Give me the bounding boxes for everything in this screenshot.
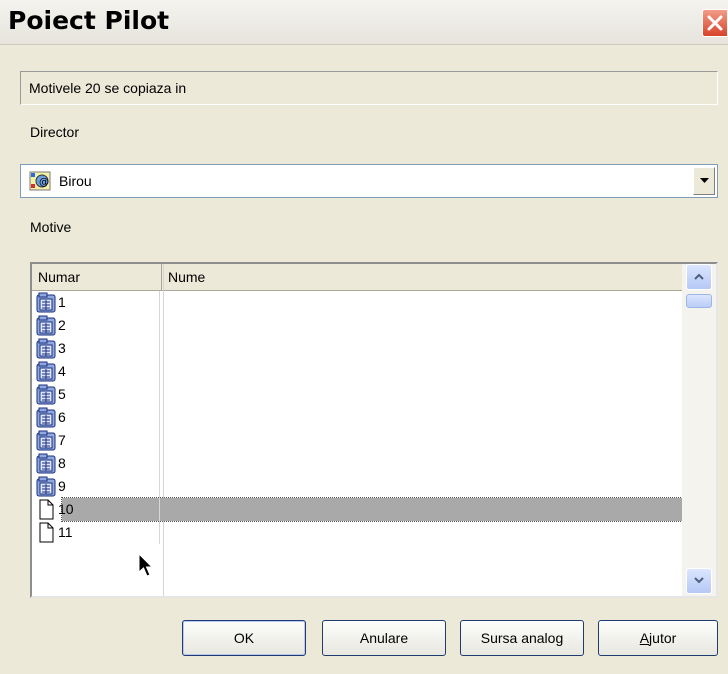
numar-value: 10 [58,501,74,517]
director-dropdown-button[interactable] [693,167,715,195]
chevron-down-icon [694,577,704,584]
list-item[interactable]: 3 [32,337,682,360]
help-button[interactable]: Ajutor [598,620,718,656]
list-item[interactable]: 11 [32,521,682,544]
list-item[interactable]: 4 [32,360,682,383]
copy-info-text: Motivele 20 se copiaza in [29,80,187,96]
list-item[interactable]: 8 [32,452,682,475]
list-item[interactable]: 9 [32,475,682,498]
chevron-down-icon [700,178,709,183]
motive-listview[interactable]: Numar Nume 1 2 3 4 5 6 7 8 9 10 11 [30,262,718,598]
list-item[interactable]: 2 [32,314,682,337]
folder-list-icon [36,453,56,474]
help-button-label: Ajutor [639,630,677,646]
folder-list-icon [36,292,56,313]
list-item[interactable]: 5 [32,383,682,406]
numar-cell: 9 [32,475,160,498]
desktop-icon: @ [29,171,51,191]
close-icon [707,15,723,31]
folder-list-icon [36,430,56,451]
folder-list-icon [36,338,56,359]
scroll-up-button[interactable] [686,264,712,290]
folder-list-icon [36,476,56,497]
numar-value: 9 [58,478,66,494]
numar-value: 6 [58,409,66,425]
svg-text:@: @ [39,177,49,188]
numar-value: 5 [58,386,66,402]
numar-cell: 2 [32,314,160,337]
numar-cell: 3 [32,337,160,360]
numar-value: 11 [58,524,73,540]
director-combobox[interactable]: @ Birou [20,164,718,198]
numar-value: 7 [58,432,66,448]
folder-list-icon [36,384,56,405]
numar-value: 8 [58,455,66,471]
numar-cell: 6 [32,406,160,429]
folder-list-icon [36,361,56,382]
numar-value: 1 [58,294,66,310]
blank-page-icon [39,522,54,543]
director-label: Director [30,124,80,140]
copy-info-field: Motivele 20 se copiaza in [20,71,718,105]
window-title: Poiect Pilot [8,6,170,35]
numar-value: 3 [58,340,66,356]
title-bar[interactable]: Poiect Pilot [0,0,728,45]
vertical-scrollbar[interactable] [682,264,716,596]
blank-page-icon [39,499,54,520]
scroll-down-button[interactable] [686,568,712,594]
numar-cell: 1 [32,291,160,314]
motive-label: Motive [30,219,72,235]
source-analog-button[interactable]: Sursa analog [460,620,584,656]
numar-value: 2 [58,317,66,333]
dialog-window: Poiect Pilot Motivele 20 se copiaza in D… [0,0,728,674]
numar-cell: 5 [32,383,160,406]
folder-list-icon [36,315,56,336]
list-item[interactable]: 6 [32,406,682,429]
list-item[interactable]: 1 [32,291,682,314]
scroll-thumb[interactable] [686,294,712,308]
cancel-button[interactable]: Anulare [322,620,446,656]
numar-cell: 4 [32,360,160,383]
column-header-nume[interactable]: Nume [162,264,682,290]
director-selected: Birou [59,173,92,189]
list-header: Numar Nume [32,264,682,291]
chevron-up-icon [694,273,704,280]
numar-cell: 11 [32,521,160,544]
list-item[interactable]: 10 [32,497,683,522]
numar-cell: 7 [32,429,160,452]
ok-button[interactable]: OK [182,620,306,656]
folder-list-icon [36,407,56,428]
numar-value: 4 [58,363,66,379]
list-item[interactable]: 7 [32,429,682,452]
column-header-numar[interactable]: Numar [32,264,162,290]
close-button[interactable] [702,9,728,37]
numar-cell: 10 [32,498,160,521]
mouse-pointer-icon [138,553,154,577]
numar-cell: 8 [32,452,160,475]
